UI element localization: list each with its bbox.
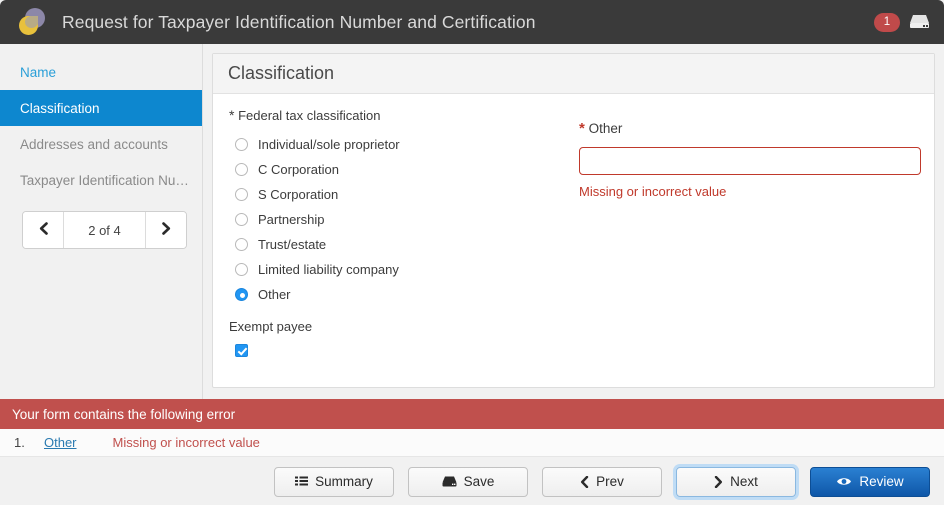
header-actions: 1 bbox=[874, 0, 930, 44]
list-icon bbox=[295, 476, 309, 488]
required-marker: * bbox=[579, 120, 585, 137]
save-button[interactable]: Save bbox=[408, 466, 528, 497]
drive-icon bbox=[442, 476, 457, 488]
button-label: Summary bbox=[315, 474, 373, 489]
radio-option-trust-estate[interactable]: Trust/estate bbox=[229, 232, 559, 257]
other-field-group: * Other Missing or incorrect value bbox=[579, 120, 929, 199]
application-window: Request for Taxpayer Identification Numb… bbox=[0, 0, 944, 505]
title-bar: Request for Taxpayer Identification Numb… bbox=[0, 0, 944, 44]
body-area: Name Classification Addresses and accoun… bbox=[0, 44, 944, 399]
footer-toolbar: Summary Save Prev Next Review bbox=[0, 458, 944, 505]
chevron-right-icon bbox=[161, 222, 172, 238]
other-field-label: * Other bbox=[579, 120, 929, 137]
field-label-text: Federal tax classification bbox=[238, 108, 381, 123]
radio-option-s-corporation[interactable]: S Corporation bbox=[229, 182, 559, 207]
sidebar-item-name[interactable]: Name bbox=[0, 54, 202, 90]
pager-label: 2 of 4 bbox=[63, 212, 146, 248]
sidebar-item-taxpayer-identification-number[interactable]: Taxpayer Identification Nu… bbox=[0, 162, 202, 198]
radio-label: S Corporation bbox=[258, 187, 339, 202]
federal-tax-classification-label: * Federal tax classification bbox=[229, 107, 559, 123]
radio-label: C Corporation bbox=[258, 162, 339, 177]
sidebar-item-label: Addresses and accounts bbox=[20, 136, 168, 152]
radio-icon bbox=[235, 238, 248, 251]
radio-label: Other bbox=[258, 287, 291, 302]
overlapping-circles-logo bbox=[16, 5, 50, 39]
error-banner: Your form contains the following error 1… bbox=[0, 399, 944, 457]
chevron-right-icon bbox=[714, 475, 723, 488]
button-label: Prev bbox=[596, 474, 624, 489]
content-panel: Classification * Federal tax classificat… bbox=[203, 44, 944, 399]
panel-title: Classification bbox=[228, 63, 335, 83]
exempt-payee-label: Exempt payee bbox=[229, 319, 313, 334]
pager-next-button[interactable] bbox=[146, 212, 186, 248]
eye-icon bbox=[836, 476, 852, 487]
radio-icon bbox=[235, 213, 248, 226]
button-label: Review bbox=[859, 474, 904, 489]
radio-icon bbox=[235, 138, 248, 151]
error-item-link[interactable]: Other bbox=[44, 435, 77, 450]
button-label: Save bbox=[463, 474, 495, 489]
sidebar-item-classification[interactable]: Classification bbox=[0, 90, 202, 126]
chevron-left-icon bbox=[38, 222, 49, 238]
sidebar-item-label: Name bbox=[20, 64, 57, 80]
panel-body: * Federal tax classification Individual/… bbox=[213, 94, 934, 387]
radio-label: Partnership bbox=[258, 212, 325, 227]
sidebar-item-addresses-and-accounts[interactable]: Addresses and accounts bbox=[0, 126, 202, 162]
radio-option-partnership[interactable]: Partnership bbox=[229, 207, 559, 232]
radio-option-individual-sole-proprietor[interactable]: Individual/sole proprietor bbox=[229, 132, 559, 157]
radio-option-limited-liability-company[interactable]: Limited liability company bbox=[229, 257, 559, 282]
field-label-text: Other bbox=[588, 121, 623, 136]
page-title: Request for Taxpayer Identification Numb… bbox=[62, 11, 536, 32]
panel-header: Classification bbox=[213, 54, 934, 94]
sidebar-item-label: Classification bbox=[20, 100, 100, 116]
error-item-message: Missing or incorrect value bbox=[112, 435, 260, 450]
error-list-item: 1. Other Missing or incorrect value bbox=[0, 429, 944, 457]
radio-label: Limited liability company bbox=[258, 262, 399, 277]
radio-icon-selected bbox=[235, 288, 248, 301]
required-marker: * bbox=[229, 107, 235, 123]
chevron-left-icon bbox=[580, 475, 589, 488]
radio-option-other[interactable]: Other bbox=[229, 282, 559, 307]
radio-icon bbox=[235, 263, 248, 276]
drive-icon[interactable] bbox=[909, 14, 930, 30]
radio-label: Individual/sole proprietor bbox=[258, 137, 400, 152]
pager: 2 of 4 bbox=[22, 211, 187, 249]
sidebar-item-label: Taxpayer Identification Nu… bbox=[20, 172, 189, 188]
summary-button[interactable]: Summary bbox=[274, 466, 394, 497]
radio-label: Trust/estate bbox=[258, 237, 327, 252]
review-button[interactable]: Review bbox=[810, 466, 930, 497]
next-button[interactable]: Next bbox=[676, 466, 796, 497]
button-label: Next bbox=[730, 474, 758, 489]
sidebar: Name Classification Addresses and accoun… bbox=[0, 44, 203, 399]
other-field-error: Missing or incorrect value bbox=[579, 184, 727, 199]
pager-prev-button[interactable] bbox=[23, 212, 63, 248]
error-banner-heading: Your form contains the following error bbox=[0, 399, 944, 429]
federal-tax-classification-group: * Federal tax classification Individual/… bbox=[229, 107, 559, 357]
other-input[interactable] bbox=[579, 147, 921, 175]
content-panel-inner: Classification * Federal tax classificat… bbox=[212, 53, 935, 388]
status-badge[interactable]: 1 bbox=[874, 12, 900, 32]
exempt-payee-checkbox[interactable] bbox=[235, 344, 248, 357]
radio-icon bbox=[235, 163, 248, 176]
radio-option-c-corporation[interactable]: C Corporation bbox=[229, 157, 559, 182]
error-item-number: 1. bbox=[14, 435, 25, 450]
prev-button[interactable]: Prev bbox=[542, 466, 662, 497]
radio-icon bbox=[235, 188, 248, 201]
